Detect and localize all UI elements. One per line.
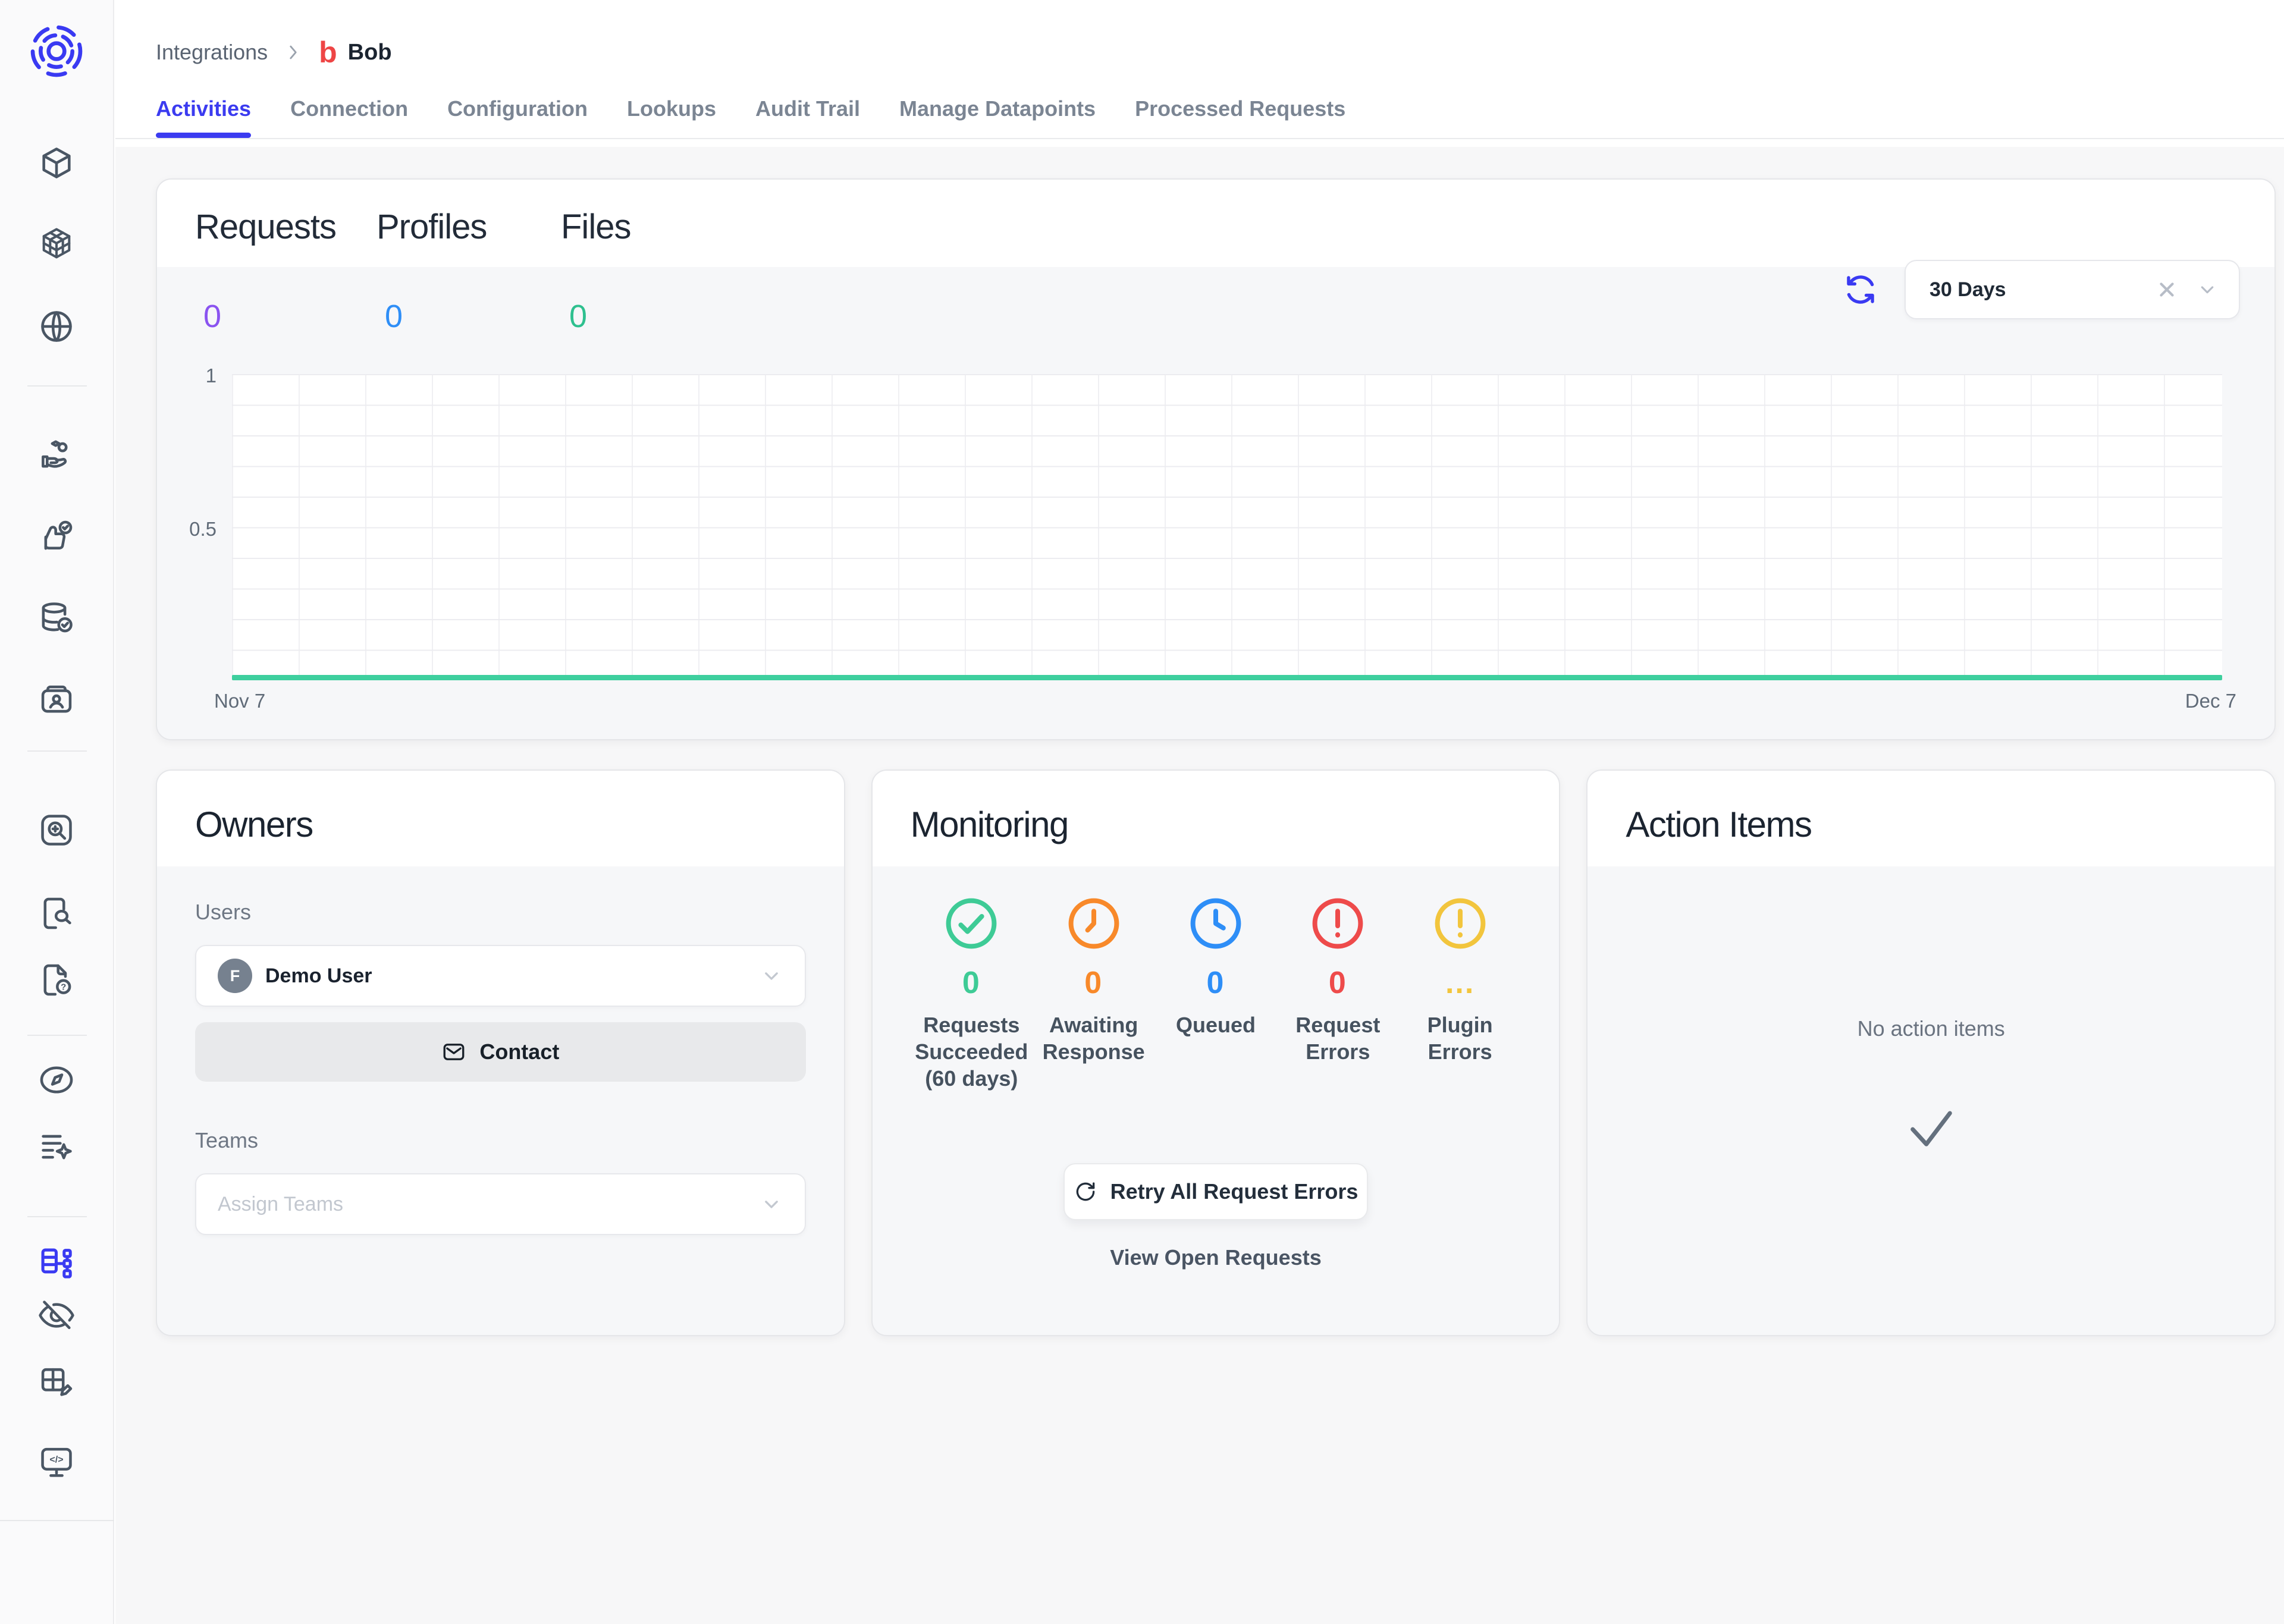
integration-logo: b [319,36,337,69]
app-logo-icon[interactable] [27,21,86,81]
avatar: F [218,959,252,993]
date-range-select[interactable]: 30 Days [1905,260,2240,319]
users-label: Users [195,900,252,924]
date-range-value: 30 Days [1930,278,2006,301]
check-icon [1902,1098,1961,1158]
x-axis-tick-end: Dec 7 [2185,690,2236,712]
activity-chart: 1 0.5 Nov 7 Dec 7 [189,365,2236,712]
search-zoom-in-icon[interactable] [37,811,76,849]
metric-tab-requests[interactable]: Requests [195,207,377,247]
action-items-card: Action Items No action items [1586,769,2276,1336]
tab-manage-datapoints[interactable]: Manage Datapoints [899,96,1096,138]
tab-connection[interactable]: Connection [290,96,408,138]
contact-button[interactable]: Contact [195,1022,806,1082]
data-flow-icon[interactable] [37,1245,76,1283]
sidebar-divider [27,385,87,387]
sidebar-divider [27,1035,87,1036]
compass-icon[interactable] [37,1061,76,1099]
stat-requests-succeeded: 0 Requests Succeeded (60 days) [911,895,1033,1092]
stat-awaiting-response: 0 Awaiting Response [1033,895,1154,1092]
activity-card: Requests Profiles Files 0 0 0 30 Days 1 … [156,178,2276,740]
retry-all-request-errors-button[interactable]: Retry All Request Errors [1063,1163,1368,1220]
sidebar-divider [0,1520,114,1521]
breadcrumb-integrations-link[interactable]: Integrations [156,40,268,65]
activity-card-header: Requests Profiles Files [157,180,2274,267]
globe-icon[interactable] [37,307,76,345]
monitor-code-icon[interactable]: </> [37,1443,76,1481]
tab-configuration[interactable]: Configuration [447,96,588,138]
clear-icon[interactable] [2156,278,2178,301]
chevron-down-icon [760,1192,783,1216]
svg-text:</>: </> [49,1455,63,1465]
teams-select[interactable]: Assign Teams [195,1173,806,1235]
clock-icon [1065,895,1122,952]
chart-series-line [232,675,2222,680]
alert-circle-icon [1432,895,1489,952]
page-content: Requests Profiles Files 0 0 0 30 Days 1 … [115,147,2284,1624]
check-circle-icon [943,895,1000,952]
stat-queued: 0 Queued [1154,895,1276,1092]
sidebar-divider [27,750,87,752]
document-search-icon[interactable] [37,894,76,932]
x-axis-tick-start: Nov 7 [214,690,266,712]
chart-plot-area [232,374,2222,680]
y-axis-tick-1: 1 [205,365,217,387]
clock-icon [1187,895,1244,952]
chevron-down-icon [760,964,783,988]
retry-icon [1076,1182,1094,1201]
chevron-right-icon [283,42,303,62]
breadcrumb: Integrations b Bob [115,0,2284,83]
breadcrumb-current: Bob [347,39,392,65]
svg-text:?: ? [61,982,66,992]
modules-icon[interactable] [37,224,76,262]
refresh-icon[interactable] [1844,273,1877,306]
y-axis-tick-05: 0.5 [189,517,217,540]
contact-card-icon[interactable] [37,681,76,719]
sidebar-divider [27,1216,87,1217]
metric-tab-files[interactable]: Files [561,207,2274,247]
document-question-icon[interactable]: ? [37,961,76,999]
profiles-count: 0 [385,299,403,334]
database-check-icon[interactable] [37,599,76,637]
sidebar: ? </> [0,0,114,1624]
action-items-title: Action Items [1626,805,1812,844]
monitoring-card: Monitoring 0 Requests Succeeded (60 days… [871,769,1561,1336]
tab-bar: Activities Connection Configuration Look… [115,83,2284,139]
stat-request-errors: 0 Request Errors [1277,895,1399,1092]
tab-lookups[interactable]: Lookups [627,96,716,138]
cube-icon[interactable] [37,144,76,182]
selected-user-name: Demo User [265,964,372,987]
alert-circle-icon [1309,895,1366,952]
metric-tab-profiles[interactable]: Profiles [377,207,561,247]
stat-plugin-errors: ... Plugin Errors [1399,895,1521,1092]
owners-card: Owners Users F Demo User Contact Teams A… [156,769,845,1336]
monitoring-stats: 0 Requests Succeeded (60 days) 0 Awaitin… [911,866,1521,1092]
chevron-down-icon[interactable] [2196,278,2219,301]
table-edit-icon[interactable] [37,1363,76,1401]
teams-placeholder: Assign Teams [218,1192,344,1215]
users-select[interactable]: F Demo User [195,945,806,1007]
owners-title: Owners [195,805,313,844]
mail-icon [443,1044,465,1060]
tab-activities[interactable]: Activities [156,96,252,138]
hand-coins-icon[interactable] [37,436,76,475]
list-sparkle-icon[interactable] [37,1127,76,1166]
empty-state-text: No action items [1857,1016,2005,1041]
eye-slash-icon[interactable] [37,1296,76,1334]
main-area: Integrations b Bob Activities Connection… [115,0,2284,1624]
teams-label: Teams [195,1128,259,1152]
tab-audit-trail[interactable]: Audit Trail [755,96,860,138]
thumbs-up-check-icon[interactable] [37,517,76,555]
tab-processed-requests[interactable]: Processed Requests [1135,96,1345,138]
view-open-requests-link[interactable]: View Open Requests [911,1245,1521,1270]
monitoring-title: Monitoring [910,805,1069,844]
requests-count: 0 [203,299,222,334]
